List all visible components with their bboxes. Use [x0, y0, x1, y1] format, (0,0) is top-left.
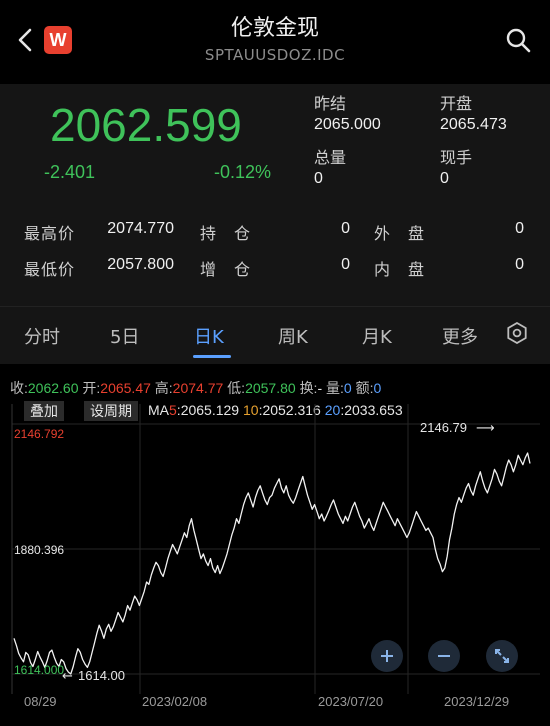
kline-chart-area: 收:2062.60 开:2065.47 高:2074.77 低:2057.80 …: [0, 364, 550, 726]
instrument-code: SPTAUUSDOZ.IDC: [204, 46, 346, 64]
inner-value: 0: [515, 256, 524, 273]
min-annotation-arrow: ←: [62, 669, 73, 684]
price-line-chart[interactable]: 2146.792 1880.396 1614.000 2146.79 ⟶ 161…: [0, 364, 550, 726]
x-label-2: 2023/07/20: [318, 694, 383, 709]
current-volume-value: 0: [440, 170, 449, 187]
tab-intraday[interactable]: 分时: [24, 323, 60, 349]
max-annotation: 2146.79: [420, 420, 467, 435]
x-label-1: 2023/02/08: [142, 694, 207, 709]
gear-icon[interactable]: [506, 322, 528, 344]
last-price: 2062.599: [50, 99, 242, 151]
expand-icon: [495, 649, 509, 663]
header: W 伦敦金现 SPTAUUSDOZ.IDC: [0, 0, 550, 84]
open-value: 2065.473: [440, 116, 507, 133]
outer-value: 0: [515, 220, 524, 237]
prev-close-value: 2065.000: [314, 116, 381, 133]
zoom-out-button[interactable]: [428, 640, 460, 672]
increase-label: 增 仓: [200, 260, 252, 279]
current-volume-label: 现手: [440, 148, 473, 167]
active-tab-indicator: [193, 355, 231, 358]
period-tabs: 分时 5日 日K 周K 月K 更多: [0, 306, 550, 364]
x-label-3: 2023/12/29: [444, 694, 509, 709]
quote-panel: 2062.599 -2.401 -0.12% 昨结 2065.000 开盘 20…: [0, 84, 550, 306]
fullscreen-button[interactable]: [486, 640, 518, 672]
page-title: 伦敦金现: [230, 16, 319, 41]
chart-grid: [11, 404, 540, 694]
tab-more[interactable]: 更多: [442, 323, 478, 349]
open-label: 开盘: [440, 94, 473, 113]
plus-icon: [381, 650, 393, 662]
search-icon[interactable]: [504, 26, 532, 54]
volume-value: 0: [314, 170, 323, 187]
tab-monthly-k[interactable]: 月K: [362, 323, 392, 349]
price-change-percent: -0.12%: [214, 162, 272, 182]
minus-icon: [438, 655, 450, 657]
high-label: 最高价: [24, 224, 76, 243]
max-annotation-arrow: ⟶: [476, 421, 495, 436]
y-label-bottom: 1614.000: [14, 663, 64, 677]
tab-daily-k[interactable]: 日K: [194, 323, 224, 349]
position-value: 0: [341, 220, 350, 237]
low-label: 最低价: [24, 260, 76, 279]
high-value: 2074.770: [107, 220, 174, 237]
zoom-in-button[interactable]: [371, 640, 403, 672]
volume-label: 总量: [314, 148, 347, 167]
position-label: 持 仓: [200, 224, 252, 243]
x-label-0: 08/29: [24, 694, 57, 709]
price-change: -2.401: [44, 162, 96, 182]
y-label-top: 2146.792: [14, 427, 64, 441]
tab-weekly-k[interactable]: 周K: [278, 323, 308, 349]
outer-label: 外 盘: [374, 224, 426, 243]
min-annotation: 1614.00: [78, 668, 125, 683]
inner-label: 内 盘: [374, 260, 426, 279]
low-value: 2057.800: [107, 256, 174, 273]
prev-close-label: 昨结: [314, 94, 347, 113]
tab-5day[interactable]: 5日: [110, 323, 139, 349]
y-label-mid: 1880.396: [14, 543, 64, 557]
increase-value: 0: [341, 256, 350, 273]
